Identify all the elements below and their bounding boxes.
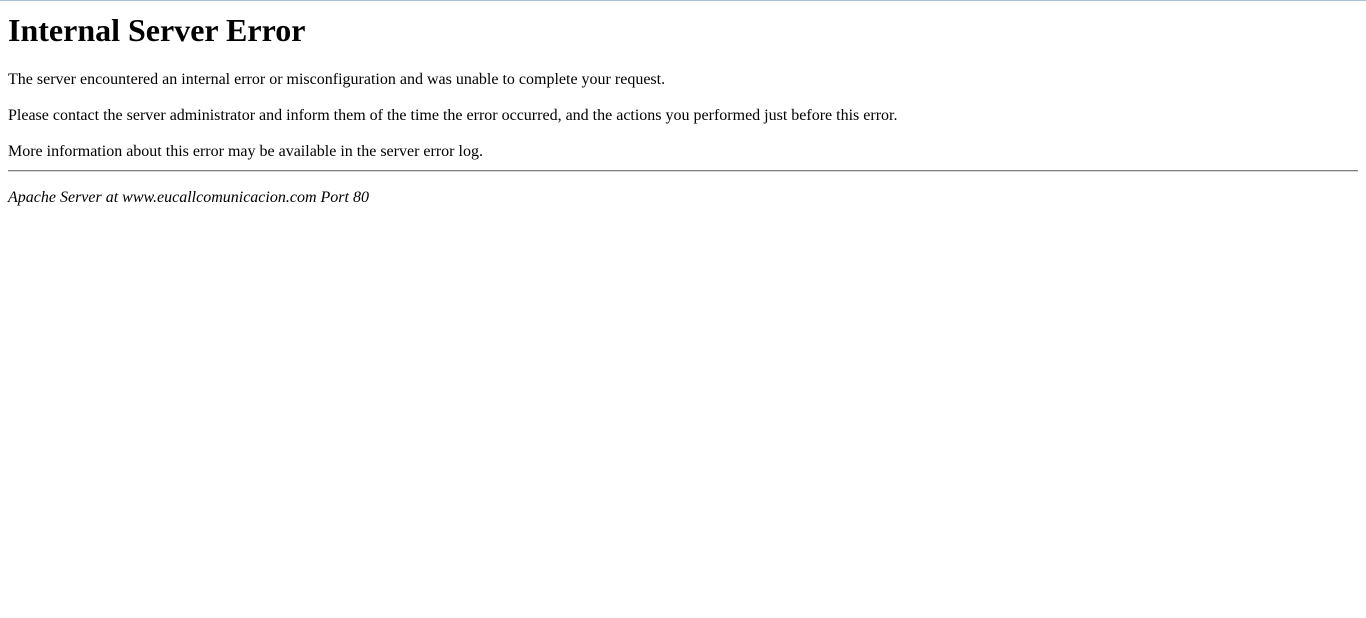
error-log-text: More information about this error may be… xyxy=(8,143,483,160)
error-heading: Internal Server Error xyxy=(8,12,306,48)
error-description: The server encountered an internal error… xyxy=(8,71,666,88)
server-signature: Apache Server at www.eucallcomunicacion.… xyxy=(8,189,369,206)
contact-admin-text: Please contact the server administrator … xyxy=(8,107,898,124)
divider xyxy=(8,170,1358,172)
window-top-border xyxy=(0,0,1366,1)
